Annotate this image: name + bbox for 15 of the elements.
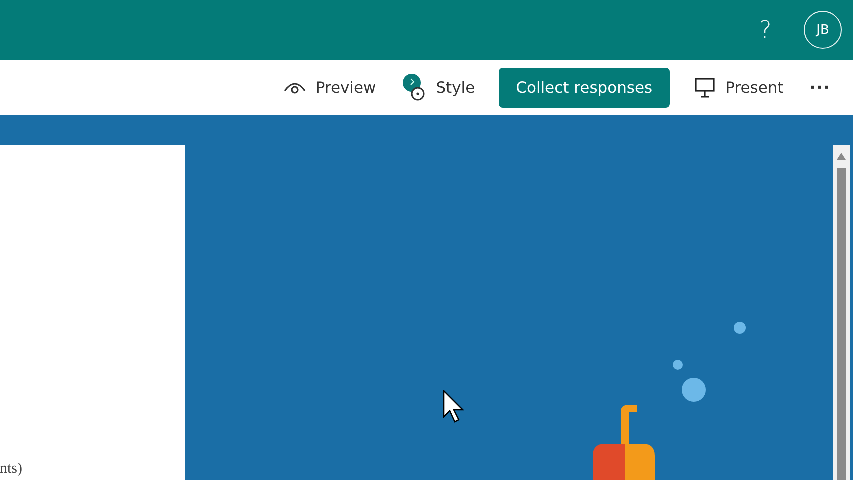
eye-icon: [284, 80, 306, 94]
cursor-icon: [443, 390, 465, 424]
scrollbar[interactable]: [833, 145, 850, 480]
more-button[interactable]: ···: [800, 72, 841, 103]
help-button[interactable]: ?: [749, 16, 782, 44]
collect-responses-button[interactable]: Collect responses: [499, 68, 670, 108]
scroll-up-icon[interactable]: [837, 153, 846, 160]
style-button[interactable]: Style: [392, 66, 486, 108]
preview-button[interactable]: Preview: [274, 72, 386, 102]
avatar[interactable]: JB: [804, 11, 842, 49]
scroll-thumb[interactable]: [837, 168, 846, 480]
monitor-icon: [694, 76, 716, 98]
palette-icon: [402, 72, 426, 102]
present-button[interactable]: Present: [684, 70, 794, 104]
form-text: nts): [0, 461, 24, 479]
